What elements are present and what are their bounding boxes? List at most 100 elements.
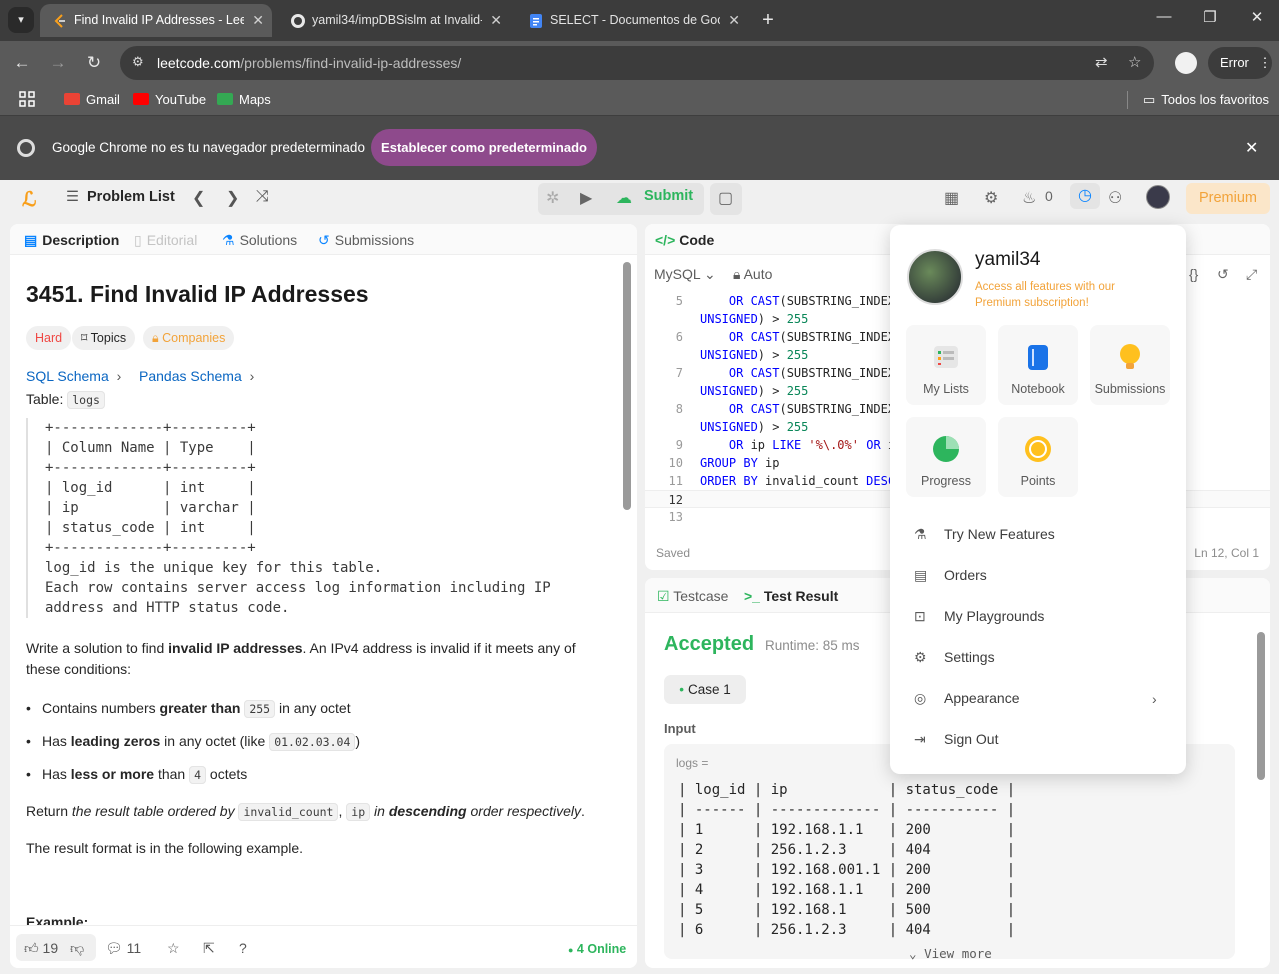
help-icon[interactable]: ?	[239, 940, 247, 956]
tab-submissions[interactable]: ↺ Submissions	[318, 232, 414, 249]
note-icon[interactable]: ▢	[718, 188, 733, 208]
like-button[interactable]: 👍︎ 19	[24, 940, 58, 957]
bookmark-youtube[interactable]: YouTube	[133, 91, 206, 109]
share-icon[interactable]: ⇱	[203, 940, 215, 957]
timer-icon[interactable]: ◷	[1070, 183, 1100, 209]
document-icon: ▤	[24, 232, 38, 248]
layout-icon[interactable]: ▦	[944, 188, 959, 208]
tab-google-docs[interactable]: SELECT - Documentos de Goog ✕	[516, 4, 748, 37]
premium-promo-text[interactable]: Access all features with our Premium sub…	[975, 279, 1155, 311]
tab-github[interactable]: yamil34/impDBSislm at Invalid-I ✕	[278, 4, 510, 37]
tab-leetcode[interactable]: Find Invalid IP Addresses - Leet ✕	[40, 4, 272, 37]
all-bookmarks[interactable]: ▭ Todos los favoritos	[1143, 91, 1269, 109]
tile-notebook[interactable]: Notebook	[998, 325, 1078, 405]
cond-code: 01.02.03.04	[269, 733, 356, 751]
close-tab-icon[interactable]: ✕	[252, 4, 264, 37]
fullscreen-icon[interactable]: ⤢	[1246, 266, 1257, 283]
favorite-star-icon[interactable]: ☆	[167, 940, 180, 957]
settings-gear-icon[interactable]: ⚙	[984, 188, 998, 208]
table-name: logs	[67, 391, 105, 409]
sql-schema-link[interactable]: SQL Schema ›	[26, 368, 121, 384]
site-info-icon[interactable]: ⚙	[132, 54, 150, 72]
tab-solutions[interactable]: ⚗ Solutions	[222, 232, 297, 249]
menu-my-playgrounds[interactable]: ⊡ My Playgrounds	[914, 608, 1044, 625]
streak-flame-icon[interactable]: ♨	[1022, 188, 1036, 208]
tile-progress[interactable]: Progress	[906, 417, 986, 497]
tile-points[interactable]: Points	[998, 417, 1078, 497]
menu-appearance[interactable]: ◎ Appearance	[914, 690, 1020, 707]
format-code-icon[interactable]: {}	[1189, 266, 1198, 282]
user-avatar[interactable]	[1146, 185, 1170, 209]
double-chevron-down-icon: ⌄	[909, 946, 917, 961]
tile-my-lists[interactable]: My Lists	[906, 325, 986, 405]
apps-grid-icon[interactable]	[19, 91, 35, 109]
dislike-icon[interactable]: 👎︎	[70, 940, 84, 957]
input-label: Input	[664, 721, 696, 736]
lock-icon: 🔒︎	[152, 331, 163, 345]
bookmark-star-icon[interactable]: ☆	[1128, 53, 1141, 71]
tab-editorial[interactable]: ▯ Editorial	[134, 232, 197, 249]
table-label: Table:	[26, 391, 64, 407]
bookmark-maps[interactable]: Maps	[217, 91, 271, 109]
tab-description[interactable]: ▤ Description	[24, 232, 119, 249]
add-friend-icon[interactable]: ⚇	[1108, 188, 1122, 208]
omnibox[interactable]: ⚙ leetcode.com/problems/find-invalid-ip-…	[120, 46, 1154, 80]
input-table-row: | log_id | ip | status_code |	[678, 782, 1016, 798]
menu-username[interactable]: yamil34	[975, 249, 1040, 271]
menu-sign-out[interactable]: ⇥ Sign Out	[914, 731, 998, 748]
random-problem-icon[interactable]: ⤨	[256, 188, 269, 206]
reload-icon[interactable]: ↻	[82, 51, 106, 75]
online-label: 4 Online	[576, 942, 627, 956]
leetcode-logo-icon[interactable]: ℒ	[22, 187, 36, 212]
tab-test-result[interactable]: >_ Test Result	[744, 588, 838, 604]
tile-submissions[interactable]: Submissions	[1090, 325, 1170, 405]
condition-item: • Has leading zeros in any octet (like 01…	[26, 733, 361, 751]
view-more-button[interactable]: ⌄ View more	[909, 946, 992, 961]
close-infobar-icon[interactable]: ✕	[1245, 138, 1258, 158]
profile-avatar[interactable]	[1175, 52, 1197, 74]
close-window-icon[interactable]: ✕	[1245, 8, 1269, 26]
url-text[interactable]: leetcode.com/problems/find-invalid-ip-ad…	[157, 46, 461, 80]
tab-testcase[interactable]: ☑ Testcase	[657, 588, 728, 605]
topics-label: Topics	[90, 331, 127, 345]
new-tab-button[interactable]: +	[758, 6, 778, 34]
language-select[interactable]: MySQL ⌄	[654, 266, 716, 283]
menu-avatar[interactable]	[907, 249, 963, 305]
saved-status: Saved	[656, 546, 691, 560]
flask-icon: ⚗	[914, 526, 927, 542]
problem-list-button[interactable]: ☰ Problem List	[66, 189, 175, 205]
bookmark-gmail[interactable]: Gmail	[64, 91, 120, 109]
translate-icon[interactable]: ⇄	[1095, 53, 1108, 71]
close-tab-icon[interactable]: ✕	[728, 4, 740, 37]
menu-orders[interactable]: ▤ Orders	[914, 567, 987, 584]
submit-button[interactable]: Submit	[644, 188, 693, 204]
error-button[interactable]: Error ⋮	[1208, 47, 1272, 79]
pandas-schema-link[interactable]: Pandas Schema ›	[139, 368, 254, 384]
auto-mode[interactable]: 🔒︎ Auto	[733, 266, 772, 283]
cond-text: Has	[42, 766, 71, 782]
minimize-icon[interactable]: —	[1152, 8, 1176, 25]
forward-icon[interactable]: →	[46, 51, 70, 75]
close-tab-icon[interactable]: ✕	[490, 4, 502, 37]
menu-settings[interactable]: ⚙ Settings	[914, 649, 995, 666]
code-text: GROUP BY ip	[700, 456, 780, 470]
case-1-tab[interactable]: • Case 1	[664, 675, 746, 704]
topics-chip[interactable]: ⌑ Topics	[72, 326, 136, 350]
companies-chip[interactable]: 🔒︎ Companies	[143, 326, 235, 350]
tab-search-icon[interactable]: ▾	[8, 7, 34, 33]
result-scrollbar[interactable]	[1257, 632, 1265, 780]
reset-code-icon[interactable]: ↺	[1217, 266, 1229, 283]
description-scrollbar[interactable]	[623, 262, 631, 510]
back-icon[interactable]: ←	[10, 51, 34, 75]
chevron-down-icon: ⌄	[704, 266, 716, 282]
restore-icon[interactable]: ❐	[1198, 8, 1222, 26]
next-problem-icon[interactable]: ❯	[226, 188, 239, 208]
menu-try-new-features[interactable]: ⚗ Try New Features	[914, 526, 1055, 543]
premium-button[interactable]: Premium	[1186, 183, 1270, 214]
prev-problem-icon[interactable]: ❮	[192, 188, 205, 208]
code-brackets-icon: </>	[655, 232, 676, 248]
set-default-button[interactable]: Establecer como predeterminado	[371, 129, 597, 166]
comments-button[interactable]: 💬︎ 11	[105, 940, 141, 957]
debug-icon[interactable]: ✲	[546, 188, 559, 208]
run-icon[interactable]: ▶	[580, 188, 592, 208]
